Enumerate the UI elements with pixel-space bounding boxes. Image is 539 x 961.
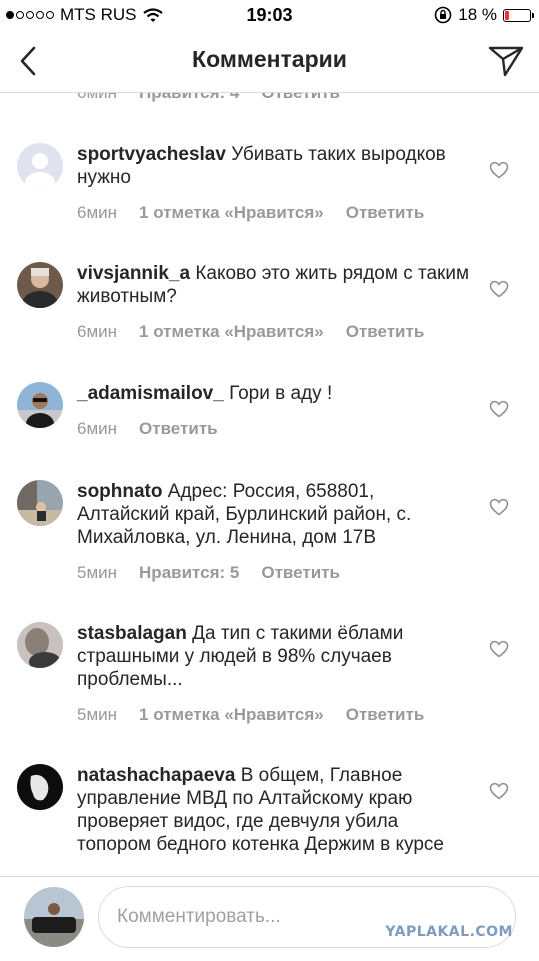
- avatar[interactable]: [17, 262, 63, 308]
- comment-text-block: natashachapaeva В общем, Главное управле…: [77, 764, 472, 856]
- partial-comment-meta: 6мин Нравится: 4 Ответить: [77, 93, 340, 103]
- comment-username[interactable]: natashachapaeva: [77, 765, 235, 786]
- likes-link[interactable]: 1 отметка «Нравится»: [139, 705, 324, 725]
- comment-meta: 5мин 1 отметка «Нравится» Ответить: [77, 705, 424, 725]
- battery-percent: 18 %: [458, 5, 497, 24]
- avatar[interactable]: [17, 143, 63, 189]
- comment-username[interactable]: stasbalagan: [77, 623, 187, 644]
- battery-icon: [503, 8, 534, 22]
- comment-username[interactable]: sophnato: [77, 481, 163, 502]
- status-right: 18 %: [434, 5, 534, 25]
- comments-list[interactable]: 6мин Нравится: 4 Ответить sportvyachesla…: [0, 93, 539, 875]
- likes-link[interactable]: Нравится: 4: [139, 93, 239, 103]
- comment-text-block: stasbalagan Да тип с такими ёблами страш…: [77, 622, 472, 691]
- comment-body: Гори в аду !: [229, 383, 333, 404]
- comment-username[interactable]: vivsjannik_a: [77, 263, 190, 284]
- heart-icon[interactable]: [489, 640, 509, 658]
- comment-time: 6мин: [77, 93, 117, 103]
- comment-text-block: vivsjannik_a Каково это жить рядом с так…: [77, 262, 472, 308]
- comment-meta: 6мин Ответить: [77, 419, 218, 439]
- comment-meta: 6мин 1 отметка «Нравится» Ответить: [77, 203, 424, 223]
- heart-icon[interactable]: [489, 782, 509, 800]
- heart-icon[interactable]: [489, 161, 509, 179]
- comment-username[interactable]: _adamismailov_: [77, 383, 224, 404]
- comment-meta: 6мин 1 отметка «Нравится» Ответить: [77, 322, 424, 342]
- reply-button[interactable]: Ответить: [139, 419, 218, 439]
- heart-icon[interactable]: [489, 400, 509, 418]
- avatar[interactable]: [17, 764, 63, 810]
- current-user-avatar: [24, 887, 84, 947]
- heart-icon[interactable]: [489, 280, 509, 298]
- comment-username[interactable]: sportvyacheslav: [77, 144, 226, 165]
- watermark: YAPLAKAL.COM: [385, 924, 513, 940]
- comment-time: 6мин: [77, 203, 118, 222]
- send-direct-icon: [488, 46, 524, 77]
- navigation-bar: Комментарии: [0, 30, 539, 93]
- orientation-lock-icon: [434, 6, 452, 24]
- reply-button[interactable]: Ответить: [261, 563, 340, 583]
- comment-time: 5мин: [77, 705, 118, 724]
- avatar[interactable]: [17, 622, 63, 668]
- comment-text-block: _adamismailov_ Гори в аду !: [77, 382, 472, 405]
- reply-button[interactable]: Ответить: [346, 705, 425, 725]
- comment-time: 5мин: [77, 563, 118, 582]
- comment-time: 6мин: [77, 322, 118, 341]
- share-button[interactable]: [487, 44, 525, 78]
- avatar[interactable]: [17, 382, 63, 428]
- comment-text-block: sophnato Адрес: Россия, 658801, Алтайски…: [77, 480, 472, 549]
- battery-fill: [505, 10, 509, 20]
- reply-button[interactable]: Ответить: [346, 322, 425, 342]
- likes-link[interactable]: Нравится: 5: [139, 563, 239, 583]
- reply-button[interactable]: Ответить: [261, 93, 340, 103]
- page-title: Комментарии: [192, 46, 347, 72]
- status-bar: MTS RUS 19:03 18 %: [0, 0, 539, 30]
- likes-link[interactable]: 1 отметка «Нравится»: [139, 203, 324, 223]
- comment-meta: 5мин Нравится: 5 Ответить: [77, 563, 340, 583]
- comment-text-block: sportvyacheslav Убивать таких выродков н…: [77, 143, 472, 189]
- avatar[interactable]: [17, 480, 63, 526]
- reply-button[interactable]: Ответить: [346, 203, 425, 223]
- likes-link[interactable]: 1 отметка «Нравится»: [139, 322, 324, 342]
- heart-icon[interactable]: [489, 498, 509, 516]
- comment-composer: YAPLAKAL.COM: [0, 876, 539, 961]
- comment-time: 6мин: [77, 419, 118, 438]
